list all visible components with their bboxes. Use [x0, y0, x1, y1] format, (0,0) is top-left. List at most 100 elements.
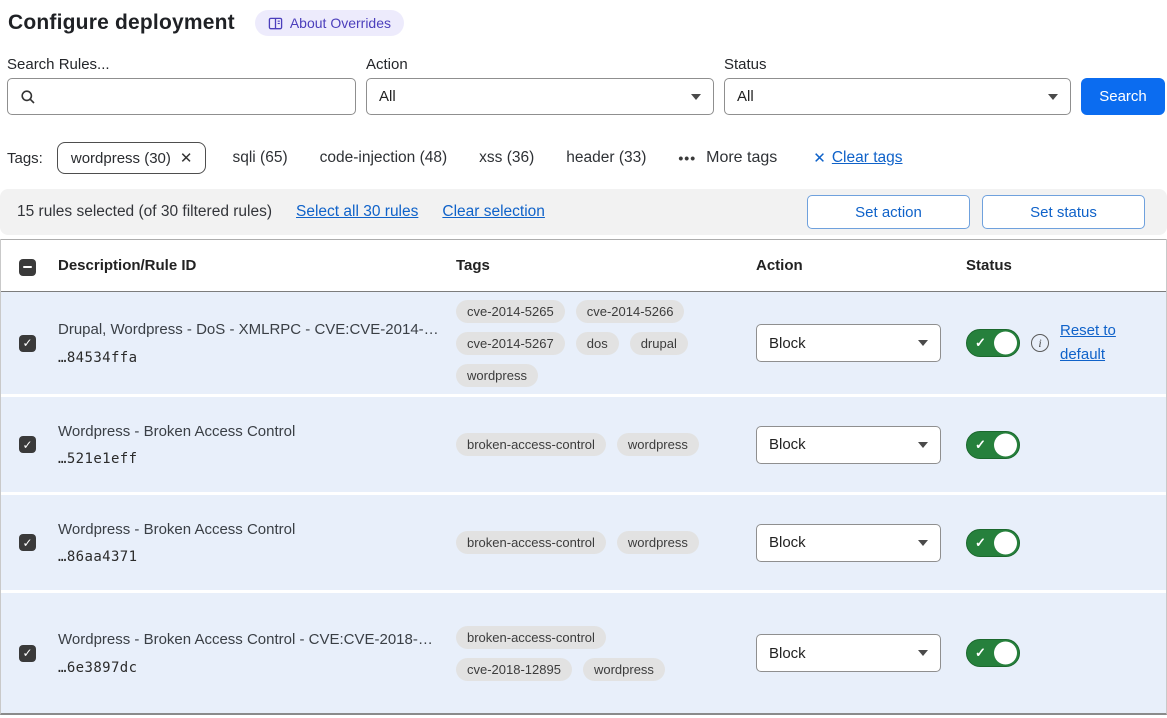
tag-pill: wordpress	[617, 531, 699, 554]
chevron-down-icon	[918, 340, 928, 346]
remove-tag-icon[interactable]: ✕	[180, 149, 193, 167]
action-select-value: Block	[769, 335, 806, 352]
action-select[interactable]: Block	[756, 524, 941, 562]
row-checkbox[interactable]: ✓	[19, 436, 36, 453]
action-select-value: Block	[769, 645, 806, 662]
status-toggle[interactable]: ✓	[966, 639, 1020, 667]
selected-tag-label: wordpress (30)	[71, 150, 171, 167]
toggle-knob	[994, 332, 1017, 355]
toggle-knob	[994, 642, 1017, 665]
status-toggle[interactable]: ✓	[966, 431, 1020, 459]
row-checkbox[interactable]: ✓	[19, 335, 36, 352]
rule-id: …84534ffa	[58, 350, 442, 366]
column-header-status: Status	[966, 257, 1166, 274]
tag-pill: broken-access-control	[456, 433, 606, 456]
tag-pill-group: broken-access-controlcve-2018-12895wordp…	[456, 626, 704, 681]
rule-id: …6e3897dc	[58, 660, 442, 676]
clear-tags-label: Clear tags	[832, 149, 903, 167]
toggle-knob	[994, 433, 1017, 456]
tag-pill: wordpress	[583, 658, 665, 681]
search-button[interactable]: Search	[1081, 78, 1165, 115]
table-header: Description/Rule ID Tags Action Status	[1, 239, 1166, 292]
status-filter-label: Status	[724, 56, 1071, 73]
status-toggle[interactable]: ✓	[966, 329, 1020, 357]
rule-description: Wordpress - Broken Access Control	[58, 520, 442, 540]
action-filter-value: All	[379, 88, 396, 105]
clear-tags-link[interactable]: ✕ Clear tags	[813, 149, 902, 167]
column-header-action: Action	[756, 257, 966, 274]
select-all-rules-link[interactable]: Select all 30 rules	[296, 203, 418, 221]
table-row: ✓ Wordpress - Broken Access Control …86aa4…	[1, 495, 1166, 590]
tag-pill: wordpress	[456, 364, 538, 387]
rule-description: Drupal, Wordpress - DoS - XMLRPC - CVE:C…	[58, 320, 442, 340]
chevron-down-icon	[918, 650, 928, 656]
chevron-down-icon	[691, 94, 701, 100]
close-icon: ✕	[813, 149, 826, 167]
page-title: Configure deployment	[8, 11, 235, 35]
status-filter-select[interactable]: All	[724, 78, 1071, 115]
column-header-tags: Tags	[456, 257, 756, 274]
table-body: ✓ Drupal, Wordpress - DoS - XMLRPC - CVE:…	[1, 292, 1166, 713]
check-icon: ✓	[975, 437, 986, 453]
rule-id: …86aa4371	[58, 549, 442, 565]
tag-pill: cve-2014-5267	[456, 332, 565, 355]
row-checkbox[interactable]: ✓	[19, 645, 36, 662]
tag-pill: broken-access-control	[456, 626, 606, 649]
rules-table: Description/Rule ID Tags Action Status ✓…	[0, 239, 1167, 715]
tag-option-code-injection[interactable]: code-injection (48)	[320, 149, 448, 167]
check-icon: ✓	[975, 645, 986, 661]
tag-pill: wordpress	[617, 433, 699, 456]
tag-pill-group: cve-2014-5265 cve-2014-5266 cve-2014-5267 d…	[456, 300, 704, 387]
configure-deployment-page: Configure deployment About Overrides Sea…	[0, 0, 1167, 718]
tag-pill: cve-2014-5265	[456, 300, 565, 323]
search-rules-input[interactable]	[44, 88, 343, 105]
toggle-knob	[994, 531, 1017, 554]
table-row: ✓ Drupal, Wordpress - DoS - XMLRPC - CVE:…	[1, 292, 1166, 394]
action-filter-select[interactable]: All	[366, 78, 714, 115]
page-header: Configure deployment About Overrides	[0, 0, 1167, 36]
set-action-button[interactable]: Set action	[807, 195, 970, 229]
set-status-button[interactable]: Set status	[982, 195, 1145, 229]
selection-summary: 15 rules selected (of 30 filtered rules)	[17, 203, 272, 221]
tag-option-header[interactable]: header (33)	[566, 149, 646, 167]
tags-label: Tags:	[7, 150, 43, 167]
rule-description: Wordpress - Broken Access Control	[58, 422, 442, 442]
tag-pill: broken-access-control	[456, 531, 606, 554]
book-icon	[268, 16, 283, 31]
table-row: ✓ Wordpress - Broken Access Control …521e1…	[1, 397, 1166, 492]
reset-to-default-link[interactable]: Reset to default	[1060, 319, 1124, 367]
check-icon: ✓	[975, 535, 986, 551]
more-tags-button[interactable]: ••• More tags	[678, 149, 777, 167]
search-icon	[20, 89, 36, 105]
action-select-value: Block	[769, 534, 806, 551]
tag-pill: drupal	[630, 332, 688, 355]
action-select[interactable]: Block	[756, 426, 941, 464]
action-select[interactable]: Block	[756, 634, 941, 672]
tag-pill-group: broken-access-control wordpress	[456, 531, 704, 554]
selected-tag-wordpress[interactable]: wordpress (30) ✕	[57, 142, 207, 174]
chevron-down-icon	[918, 442, 928, 448]
status-filter-value: All	[737, 88, 754, 105]
status-toggle[interactable]: ✓	[966, 529, 1020, 557]
check-icon: ✓	[975, 335, 986, 351]
clear-selection-link[interactable]: Clear selection	[442, 203, 545, 221]
select-all-checkbox[interactable]	[19, 259, 36, 276]
more-tags-label: More tags	[706, 149, 777, 167]
search-rules-inputbox[interactable]	[7, 78, 356, 115]
tag-option-sqli[interactable]: sqli (65)	[232, 149, 287, 167]
rule-id: …521e1eff	[58, 451, 442, 467]
selection-bar: 15 rules selected (of 30 filtered rules)…	[0, 189, 1167, 235]
chevron-down-icon	[918, 540, 928, 546]
tag-option-xss[interactable]: xss (36)	[479, 149, 534, 167]
tag-pill: cve-2014-5266	[576, 300, 685, 323]
action-select[interactable]: Block	[756, 324, 941, 362]
about-overrides-badge[interactable]: About Overrides	[255, 10, 404, 36]
filters-row: Search Rules... Action All Status All	[0, 56, 1167, 115]
action-filter-label: Action	[366, 56, 714, 73]
chevron-down-icon	[1048, 94, 1058, 100]
ellipsis-icon: •••	[678, 150, 696, 166]
row-checkbox[interactable]: ✓	[19, 534, 36, 551]
indeterminate-icon	[23, 266, 32, 269]
info-icon[interactable]: i	[1031, 334, 1049, 352]
about-overrides-label: About Overrides	[290, 15, 391, 31]
